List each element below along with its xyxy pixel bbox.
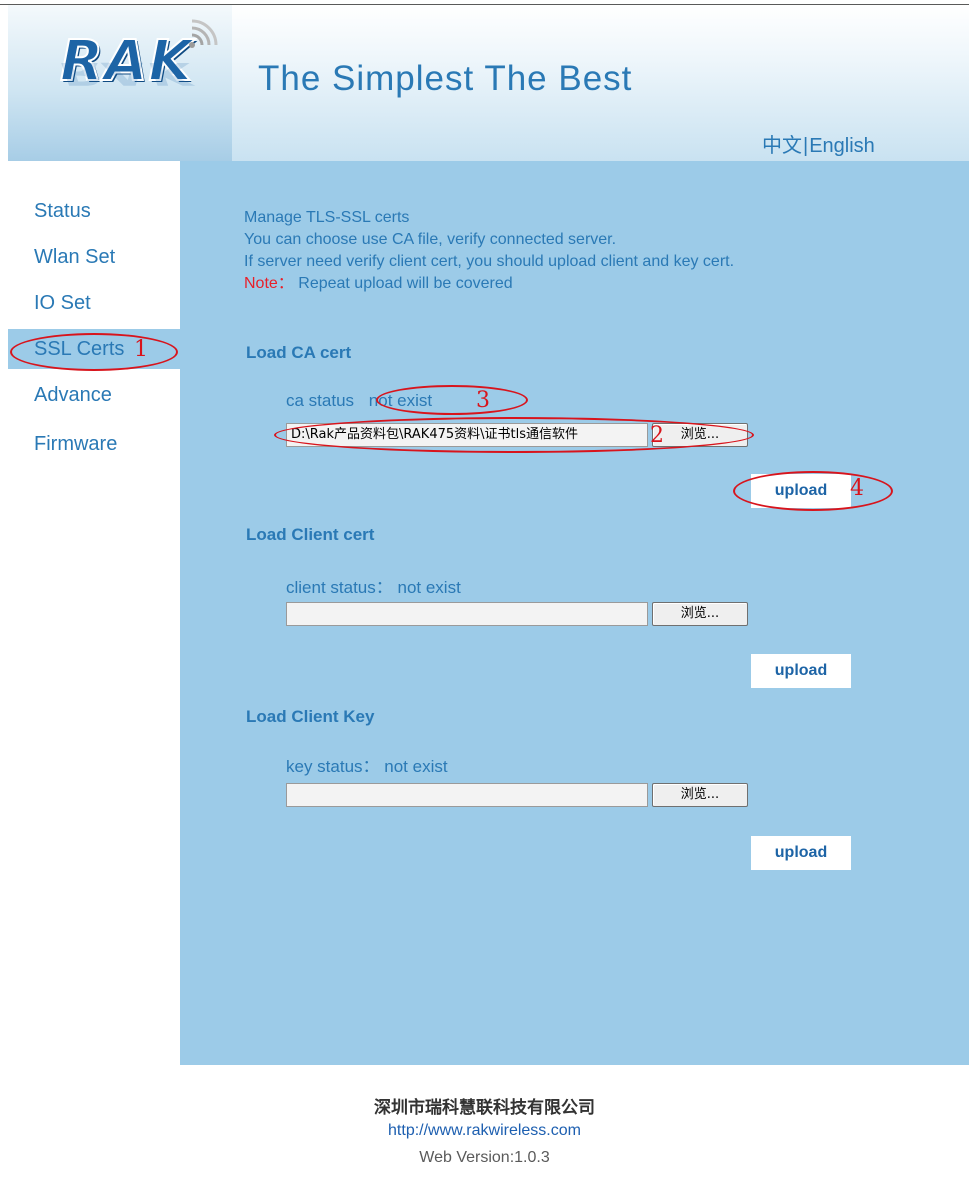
- sidebar-item-firmware[interactable]: Firmware: [8, 424, 180, 464]
- footer-company: 深圳市瑞科慧联科技有限公司: [374, 1098, 595, 1118]
- intro-line-ca: You can choose use CA file, verify conne…: [244, 231, 617, 248]
- client-key-upload-button[interactable]: upload: [751, 836, 851, 870]
- lang-chinese-link[interactable]: 中文: [762, 133, 802, 157]
- ca-status-label: ca status: [286, 391, 355, 410]
- ca-status-value: not exist: [368, 391, 433, 410]
- client-key-status: key status： not exist: [286, 757, 448, 776]
- client-cert-browse-button[interactable]: 浏览...: [652, 602, 748, 626]
- section-title-client-key: Load Client Key: [246, 707, 375, 726]
- language-switcher: 中文|English: [762, 129, 875, 158]
- intro-note: Note： Repeat upload will be covered: [244, 273, 734, 295]
- client-key-browse-button[interactable]: 浏览...: [652, 783, 748, 807]
- client-cert-file-input[interactable]: [286, 602, 648, 626]
- ca-upload-button[interactable]: upload: [751, 474, 851, 508]
- footer-url-link[interactable]: http://www.rakwireless.com: [0, 1122, 969, 1140]
- wifi-signal-icon: [189, 19, 218, 48]
- sidebar-item-ssl-certs[interactable]: SSL Certs: [8, 329, 180, 369]
- sidebar-item-advance[interactable]: Advance: [8, 375, 180, 415]
- header: RAK RAK The Simplest The Best 中文|English: [8, 5, 969, 161]
- intro-text: Manage TLS-SSL certs You can choose use …: [244, 207, 734, 295]
- logo-reflection: RAK: [60, 55, 193, 91]
- intro-line-title: Manage TLS-SSL certs: [244, 209, 410, 226]
- note-text: Repeat upload will be covered: [293, 275, 513, 292]
- sidebar-item-io-set[interactable]: IO Set: [8, 283, 180, 323]
- client-key-file-input[interactable]: [286, 783, 648, 807]
- lang-english-link[interactable]: English: [809, 135, 875, 157]
- client-cert-status: client status： not exist: [286, 578, 461, 597]
- ca-browse-button[interactable]: 浏览...: [652, 423, 748, 447]
- sidebar-item-wlan-set[interactable]: Wlan Set: [8, 237, 180, 277]
- annotation-number-1: 1: [134, 337, 148, 362]
- annotation-number-2: 2: [650, 423, 664, 448]
- ca-status: ca status not exist: [286, 391, 432, 411]
- sidebar: Status Wlan Set IO Set SSL Certs Advance…: [8, 161, 180, 1071]
- sidebar-item-status[interactable]: Status: [8, 191, 180, 231]
- slogan: The Simplest The Best: [258, 59, 633, 98]
- annotation-number-4: 4: [850, 476, 864, 501]
- annotation-number-3: 3: [476, 388, 490, 413]
- main-panel: Manage TLS-SSL certs You can choose use …: [180, 161, 969, 1065]
- logo: RAK RAK: [8, 5, 232, 161]
- section-title-client-cert: Load Client cert: [246, 525, 375, 544]
- intro-line-client: If server need verify client cert, you s…: [244, 253, 735, 270]
- section-title-ca: Load CA cert: [246, 343, 352, 362]
- client-cert-upload-button[interactable]: upload: [751, 654, 851, 688]
- ca-file-input[interactable]: D:\Rak产品资料包\RAK475资料\证书tls通信软件: [286, 423, 648, 447]
- note-label: Note：: [244, 275, 294, 292]
- footer-version: Web Version:1.0.3: [419, 1149, 550, 1166]
